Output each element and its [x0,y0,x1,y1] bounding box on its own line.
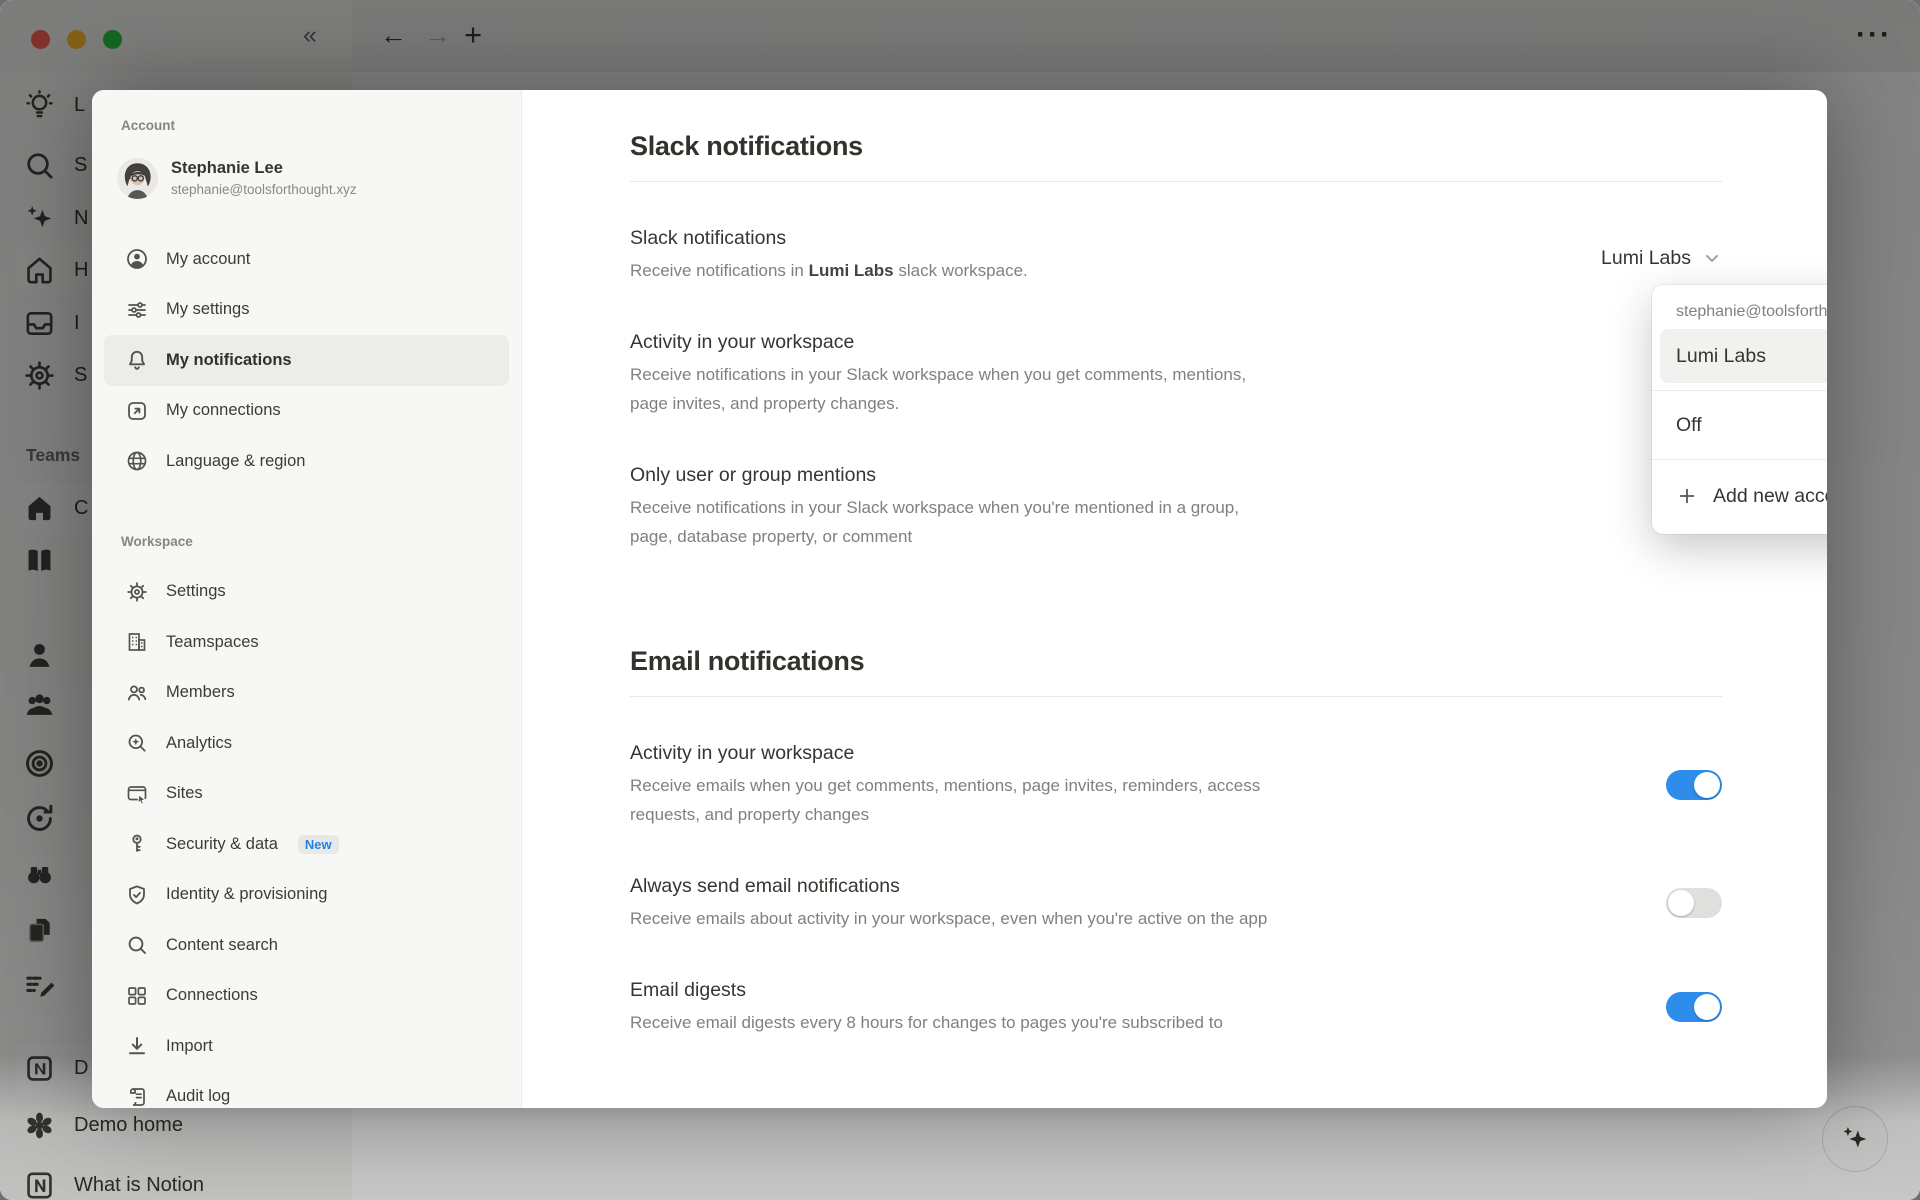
screen: « ← → + ··· L S N H I S [0,0,1920,1200]
always-send-email-toggle[interactable] [1666,888,1722,918]
slack-activity-row: Activity in your workspace Receive notif… [630,329,1722,418]
sidebar-item-teamspaces[interactable]: Teamspaces [104,617,509,668]
sidebar-item-import[interactable]: Import [104,1021,509,1072]
sidebar-item-analytics[interactable]: Analytics [104,718,509,769]
setting-title: Always send email notifications [630,873,1666,899]
email-notifications-section: Email notifications Activity in your wor… [630,643,1722,1037]
divider [1652,390,1827,391]
workspace-section-label: Workspace [92,533,521,550]
new-badge: New [298,835,339,854]
setting-title: Activity in your workspace [630,329,1722,355]
sidebar-item-identity-provisioning[interactable]: Identity & provisioning [104,870,509,921]
divider [630,696,1722,697]
import-icon [125,1034,149,1058]
divider [630,181,1722,182]
sidebar-item-my-notifications[interactable]: My notifications [104,335,509,386]
settings-dialog: Account [92,90,1827,1108]
sidebar-item-connections[interactable]: Connections [104,971,509,1022]
slack-workspace-row: Slack notifications Receive notification… [630,225,1722,285]
scroll-icon [125,1085,149,1108]
arrow-up-right-icon [125,399,149,423]
search-icon [125,933,149,957]
shield-check-icon [125,883,149,907]
email-digests-row: Email digests Receive email digests ever… [630,977,1722,1037]
always-send-email-row: Always send email notifications Receive … [630,873,1722,933]
dropdown-option-off[interactable]: Off [1660,398,1827,452]
bell-icon [125,348,149,372]
setting-title: Activity in your workspace [630,740,1666,766]
setting-description: Receive notifications in Lumi Labs slack… [630,256,1285,285]
sliders-icon [125,298,149,322]
setting-description: Receive notifications in your Slack work… [630,493,1285,551]
notion-window: « ← → + ··· L S N H I S [0,0,1920,1200]
divider [1652,459,1827,460]
user-email: stephanie@toolsforthought.xyz [171,181,357,199]
analytics-icon [125,731,149,755]
browser-cursor-icon [125,782,149,806]
sidebar-item-audit-log[interactable]: Audit log [104,1072,509,1109]
slack-workspace-select[interactable]: Lumi Labs [1601,247,1722,270]
account-section-label: Account [92,117,521,134]
setting-description: Receive email digests every 8 hours for … [630,1008,1285,1037]
people-icon [125,681,149,705]
grid-icon [125,984,149,1008]
setting-title: Only user or group mentions [630,462,1722,488]
add-new-account-button[interactable]: Add new account [1660,467,1827,525]
key-icon [125,832,149,856]
slack-section-title: Slack notifications [630,128,1722,164]
sidebar-item-language-region[interactable]: Language & region [104,436,509,487]
dropdown-account-header: stephanie@toolsforthought.xyz [1660,294,1827,329]
email-activity-toggle[interactable] [1666,770,1722,800]
setting-description: Receive emails about activity in your wo… [630,904,1285,933]
setting-description: Receive emails when you get comments, me… [630,771,1285,829]
setting-title: Slack notifications [630,225,1601,251]
sidebar-item-members[interactable]: Members [104,668,509,719]
sidebar-item-my-connections[interactable]: My connections [104,386,509,437]
user-account-row[interactable]: Stephanie Lee stephanie@toolsforthought.… [92,144,521,212]
plus-icon [1676,485,1698,507]
chevron-down-icon [1702,248,1722,268]
slack-mentions-row: Only user or group mentions Receive noti… [630,462,1722,551]
email-section-title: Email notifications [630,643,1722,679]
sidebar-item-content-search[interactable]: Content search [104,920,509,971]
settings-content: Slack notifications Slack notifications … [522,90,1827,1108]
dropdown-option-lumi-labs[interactable]: Lumi Labs [1660,329,1827,383]
sidebar-item-sites[interactable]: Sites [104,769,509,820]
building-icon [125,630,149,654]
avatar [117,158,158,199]
slack-workspace-dropdown: stephanie@toolsforthought.xyz Lumi Labs … [1652,285,1827,534]
globe-icon [125,449,149,473]
person-circle-icon [125,247,149,271]
gear-icon [125,580,149,604]
sidebar-item-my-settings[interactable]: My settings [104,285,509,336]
setting-description: Receive notifications in your Slack work… [630,360,1285,418]
email-digests-toggle[interactable] [1666,992,1722,1022]
setting-title: Email digests [630,977,1666,1003]
email-activity-row: Activity in your workspace Receive email… [630,740,1722,829]
sidebar-item-my-account[interactable]: My account [104,234,509,285]
sidebar-item-security-data[interactable]: Security & data New [104,819,509,870]
slack-notifications-section: Slack notifications Slack notifications … [630,128,1722,551]
settings-sidebar: Account [92,90,522,1108]
sidebar-item-settings[interactable]: Settings [104,567,509,618]
user-name: Stephanie Lee [171,158,357,179]
